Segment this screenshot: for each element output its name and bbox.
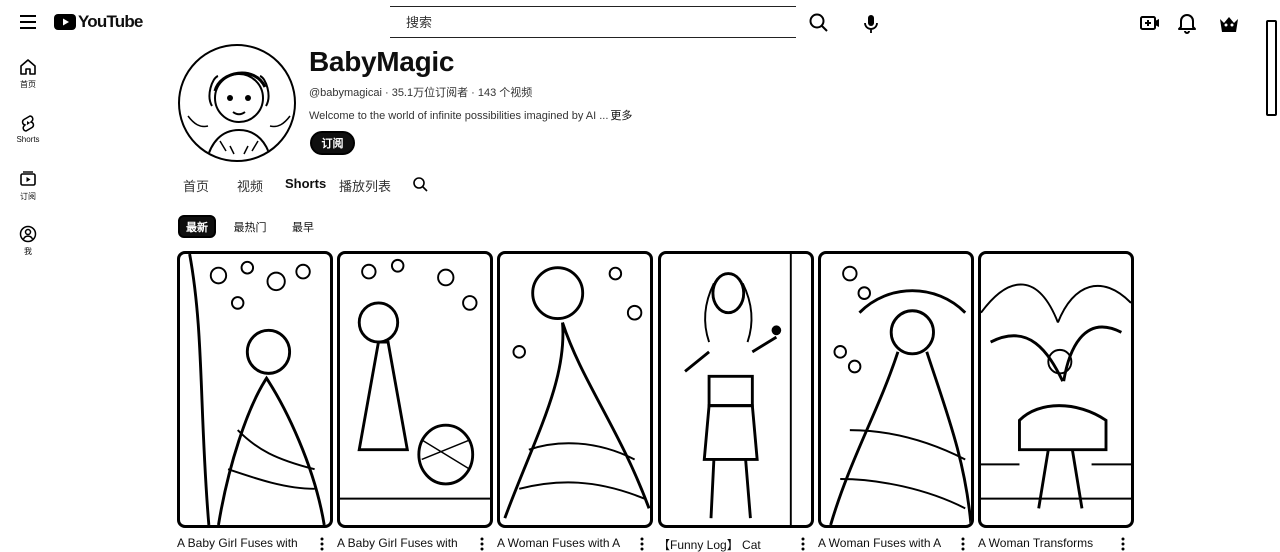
guide-item-shorts[interactable]: Shorts [6, 114, 50, 144]
youtube-logo[interactable]: YouTube [54, 12, 143, 32]
youtube-play-icon [54, 14, 76, 30]
guide-item-you[interactable]: 我 [6, 225, 50, 257]
more-link[interactable]: 更多 [610, 110, 632, 122]
tab-playlists[interactable]: 播放列表 [339, 176, 391, 195]
more-vert-icon[interactable] [797, 536, 809, 552]
guide-item-home[interactable]: 首页 [6, 58, 50, 90]
subscribe-button[interactable]: 订阅 [310, 131, 355, 155]
guide-label-home: 首页 [20, 80, 36, 89]
menu-icon[interactable] [16, 10, 40, 34]
short-title[interactable]: A Baby Girl Fuses with [177, 536, 307, 550]
short-title[interactable]: A Woman Fuses with A [818, 536, 948, 550]
short-thumbnail[interactable] [497, 251, 653, 528]
channel-meta: @babymagicai · 35.1万位订阅者 · 143 个视频 [309, 87, 533, 99]
search-box [390, 6, 796, 38]
short-thumbnail[interactable] [337, 251, 493, 528]
short-thumbnail[interactable] [658, 251, 814, 528]
tab-videos[interactable]: 视频 [237, 176, 263, 195]
chip-oldest[interactable]: 最早 [284, 215, 322, 238]
guide-item-subscriptions[interactable]: 订阅 [6, 170, 50, 202]
tab-home[interactable]: 首页 [183, 176, 209, 195]
more-vert-icon[interactable] [316, 536, 328, 552]
short-title[interactable]: A Woman Fuses with A [497, 536, 627, 550]
scrollbar[interactable] [1266, 20, 1277, 116]
more-vert-icon[interactable] [636, 536, 648, 552]
shorts-icon [21, 115, 35, 132]
tab-search-icon[interactable] [411, 175, 429, 193]
short-title[interactable]: A Woman Transforms [978, 536, 1108, 550]
short-thumbnail[interactable] [978, 251, 1134, 528]
search-icon[interactable] [806, 10, 832, 36]
chip-latest[interactable]: 最新 [178, 215, 216, 238]
bell-icon[interactable] [1177, 12, 1197, 34]
search-input[interactable] [390, 6, 796, 38]
chip-popular[interactable]: 最热门 [228, 215, 272, 238]
channel-description[interactable]: Welcome to the world of infinite possibi… [309, 107, 632, 123]
subscriptions-icon [20, 171, 36, 186]
more-vert-icon[interactable] [1117, 536, 1129, 552]
more-vert-icon[interactable] [957, 536, 969, 552]
create-icon[interactable] [1139, 12, 1161, 34]
you-icon [19, 225, 37, 243]
more-vert-icon[interactable] [476, 536, 488, 552]
channel-name: BabyMagic [309, 46, 455, 77]
home-icon [20, 59, 36, 75]
short-title[interactable]: A Baby Girl Fuses with [337, 536, 467, 550]
logo-text: YouTube [78, 12, 143, 31]
channel-avatar[interactable] [178, 44, 296, 162]
guide-label-you: 我 [24, 247, 32, 256]
avatar[interactable] [1216, 11, 1242, 37]
tab-shorts[interactable]: Shorts [285, 176, 326, 191]
guide-label-subscriptions: 订阅 [20, 192, 36, 201]
short-title[interactable]: 【Funny Log】 Cat [658, 536, 788, 552]
short-thumbnail[interactable] [818, 251, 974, 528]
masthead: YouTube [0, 0, 1280, 46]
short-thumbnail[interactable] [177, 251, 333, 528]
guide-label-shorts: Shorts [16, 135, 40, 144]
mic-icon[interactable] [860, 10, 882, 36]
channel-description-text: Welcome to the world of infinite possibi… [309, 110, 609, 122]
